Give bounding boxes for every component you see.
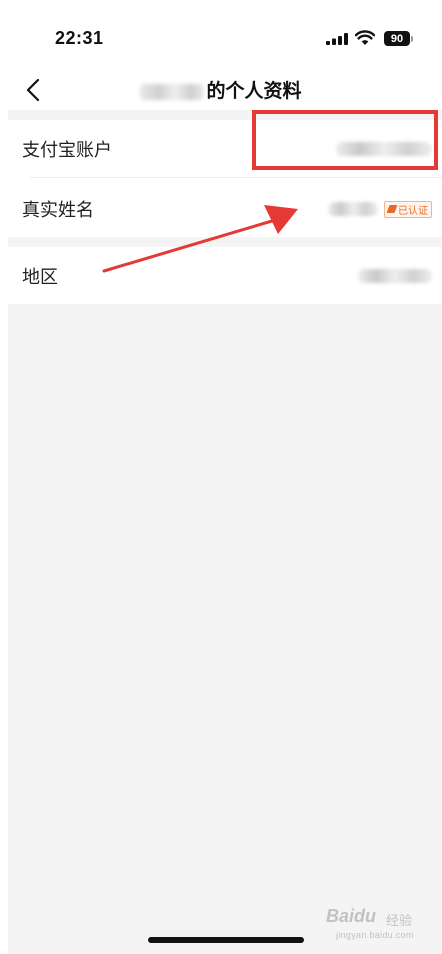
annotation-highlight-box [252,110,438,170]
row-region[interactable]: 地区 [8,247,442,305]
region-value [358,269,432,283]
empty-content-area [8,304,442,954]
page-title-text: 的个人资料 [206,80,302,102]
baidu-watermark: Baidu 经验 jingyan.baidu.com [326,906,430,944]
redacted-region [358,269,432,283]
watermark-brand: Baidu [326,906,377,926]
battery-level: 90 [390,32,404,45]
page-title: 的个人资料 [0,76,442,103]
row-real-name[interactable]: 真实姓名 已认证 [8,180,442,238]
row-label-region: 地区 [22,267,58,288]
real-name-value: 已认证 [328,200,432,218]
status-bar: 22:31 90 [0,0,442,72]
row-label-real-name: 真实姓名 [22,200,94,221]
battery-tip [411,36,413,42]
home-indicator[interactable] [148,937,304,943]
row-divider [30,177,442,178]
status-time: 22:31 [55,28,104,48]
cellular-signal-icon [326,33,348,45]
redacted-username [140,83,205,100]
verified-icon [386,205,398,213]
verified-badge-label: 已认证 [398,205,428,217]
watermark-sub: 经验 [386,913,413,928]
battery-icon: 90 [384,31,410,46]
nav-bar: 的个人资料 [0,72,442,108]
redacted-name [328,202,378,216]
row-label-alipay-account: 支付宝账户 [22,140,112,161]
wifi-icon [355,30,375,45]
watermark-url: jingyan.baidu.com [336,930,414,940]
verified-badge: 已认证 [384,200,432,218]
section-gap [8,237,442,247]
